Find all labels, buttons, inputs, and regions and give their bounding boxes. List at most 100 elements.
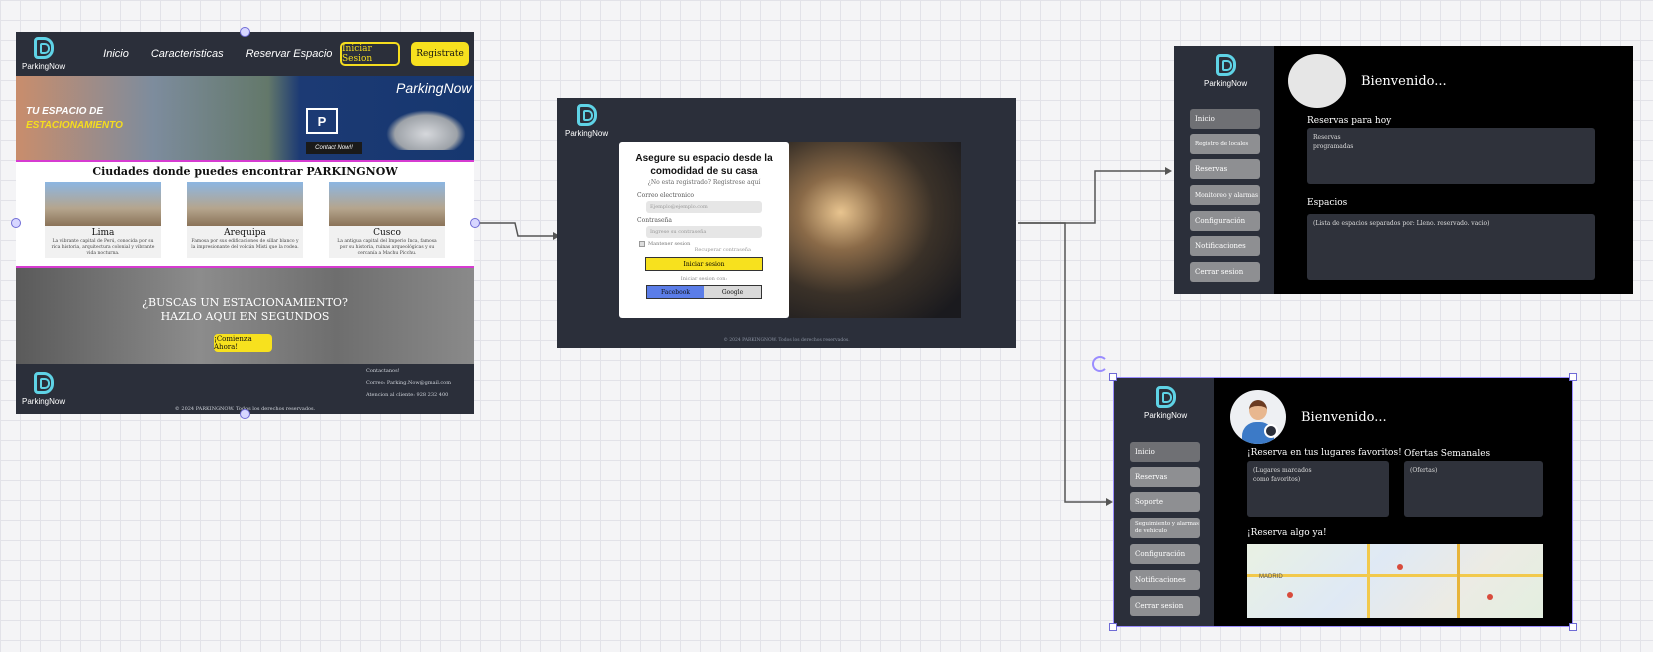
nav-caracteristicas[interactable]: Caracteristicas <box>151 48 224 60</box>
selection-handle[interactable] <box>470 218 480 228</box>
nav-inicio[interactable]: Inicio <box>103 48 129 60</box>
map-road <box>1367 544 1370 618</box>
user-sidebar: ParkingNow Inicio Reservas Soporte Segui… <box>1114 378 1214 626</box>
signin-button[interactable]: Iniciar sesion <box>645 257 763 271</box>
sidebar-item-configuracion[interactable]: Configuración <box>1130 544 1200 564</box>
social-login-label: Iniciar sesion con: <box>680 276 728 282</box>
map-pin-icon[interactable] <box>1287 592 1293 598</box>
landing-navbar: ParkingNow Inicio Caracteristicas Reserv… <box>16 32 474 76</box>
register-link[interactable]: ¿No esta registrado? Registrese aquí <box>619 179 789 186</box>
book-now-title: ¡Reserva algo ya! <box>1247 528 1327 538</box>
hero-tagline-2: ESTACIONAMIENTO <box>26 120 123 131</box>
sidebar-item-notificaciones[interactable]: Notificaciones <box>1130 570 1200 590</box>
user-avatar[interactable] <box>1230 390 1286 444</box>
selection-handle[interactable] <box>240 409 250 419</box>
rotate-handle-icon[interactable] <box>1092 356 1108 372</box>
user-dashboard-frame[interactable]: ParkingNow Inicio Reservas Soporte Segui… <box>1113 377 1573 627</box>
avatar-head <box>1249 400 1267 420</box>
sidebar-item-cerrar-sesion[interactable]: Cerrar sesion <box>1130 596 1200 616</box>
city-card-cusco[interactable]: Cusco La antigua capital del Imperio Inc… <box>329 182 445 258</box>
logo-text: ParkingNow <box>22 62 66 71</box>
user-logo: ParkingNow <box>1144 386 1187 420</box>
login-card: Asegure su espacio desde la comodidad de… <box>619 142 789 318</box>
sidebar-item-cerrar-sesion[interactable]: Cerrar sesion <box>1190 262 1260 282</box>
forgot-password-link[interactable]: Recuperar contraseña <box>619 247 751 253</box>
sidebar-item-seguimiento[interactable]: Seguimiento y alarmas de vehiculo <box>1130 518 1200 538</box>
parkingnow-logo-icon <box>1215 54 1236 76</box>
avatar-placeholder <box>1288 54 1346 108</box>
sidebar-item-monitoreo[interactable]: Monitoreo y alarmas <box>1190 185 1260 205</box>
city-description: La antigua capital del Imperio Inca, fam… <box>337 239 437 256</box>
logo-text: ParkingNow <box>1204 79 1248 88</box>
contact-now-button[interactable]: Contact Now!! <box>306 142 362 154</box>
email-field[interactable]: Ejemplo@ejemplo.com <box>646 201 762 213</box>
favorites-title: ¡Reserva en tus lugares favoritos! <box>1247 448 1402 458</box>
google-button[interactable]: Google <box>704 286 761 298</box>
login-button[interactable]: Iniciar Sesion <box>340 42 400 66</box>
hero-tagline-1: TU ESPACIO DE <box>26 106 104 117</box>
admin-dashboard-frame[interactable]: ParkingNow Inicio Registro de locales Re… <box>1174 46 1633 294</box>
city-card-lima[interactable]: Lima La vibrante capital de Perú, conoci… <box>45 182 161 258</box>
landing-page-frame[interactable]: ParkingNow Inicio Caracteristicas Reserv… <box>16 32 474 414</box>
resize-handle[interactable] <box>1569 623 1577 631</box>
register-button[interactable]: Registrate <box>411 42 469 66</box>
password-field[interactable]: Ingrese su contraseña <box>646 226 762 238</box>
car-image <box>386 110 466 150</box>
sidebar-item-registro-locales[interactable]: Registro de locales <box>1190 134 1260 154</box>
sidebar-item-inicio[interactable]: Inicio <box>1130 442 1200 462</box>
footer-logo: ParkingNow <box>22 372 65 406</box>
hero-banner: TU ESPACIO DE ESTACIONAMIENTO ParkingNow… <box>16 76 474 160</box>
resize-handle[interactable] <box>1569 373 1577 381</box>
map-city-label: MADRID <box>1259 574 1283 580</box>
sidebar-item-reservas[interactable]: Reservas <box>1130 467 1200 487</box>
city-description: Famosa por sus edificaciones de sillar b… <box>191 239 299 250</box>
map-road <box>1457 544 1460 618</box>
promo-line-1: ¿BUSCAS UN ESTACIONAMIENTO? <box>142 296 348 309</box>
password-label: Contraseña <box>637 217 672 224</box>
offers-title: Ofertas Semanales <box>1404 449 1491 459</box>
spaces-title: Espacios <box>1307 198 1348 208</box>
map-pin-icon[interactable] <box>1487 594 1493 600</box>
selection-handle[interactable] <box>240 27 250 37</box>
promo-section: ¿BUSCAS UN ESTACIONAMIENTO? HAZLO AQUI E… <box>16 268 474 364</box>
facebook-button[interactable]: Facebook <box>647 286 704 298</box>
parkingnow-logo-icon <box>33 372 54 394</box>
remember-label: Mantener sesion <box>648 241 691 247</box>
city-card-arequipa[interactable]: Arequipa Famosa por sus edificaciones de… <box>187 182 303 258</box>
resize-handle[interactable] <box>1109 373 1117 381</box>
parkingnow-logo-icon <box>33 37 54 59</box>
city-image <box>329 182 445 226</box>
email-label: Correo electronico <box>637 192 695 199</box>
login-footnote: © 2024 PARKINGNOW. Todos los derechos re… <box>723 338 850 343</box>
map-pin-icon[interactable] <box>1397 564 1403 570</box>
sidebar-item-soporte[interactable]: Soporte <box>1130 492 1200 512</box>
sidebar-item-notificaciones[interactable]: Notificaciones <box>1190 236 1260 256</box>
sidebar-item-inicio[interactable]: Inicio <box>1190 109 1260 129</box>
admin-logo: ParkingNow <box>1204 54 1247 88</box>
sidebar-item-configuracion[interactable]: Configuración <box>1190 211 1260 231</box>
footer-email: Correo: Parking.Now@gmail.com <box>366 380 451 386</box>
start-now-button[interactable]: ¡Comienza Ahora! <box>214 334 272 352</box>
today-reservations-panel: Reservas programadas <box>1307 128 1595 184</box>
parkingnow-logo-icon <box>1155 386 1176 408</box>
city-name: Arequipa <box>224 228 266 238</box>
nav-reservar[interactable]: Reservar Espacio <box>246 48 333 60</box>
parking-sign-icon: P <box>306 108 338 134</box>
selection-handle[interactable] <box>11 218 21 228</box>
social-buttons: Facebook Google <box>646 285 762 299</box>
remember-checkbox[interactable] <box>639 241 645 247</box>
hero-brand: ParkingNow <box>396 80 472 96</box>
parked-cars-image <box>789 142 961 318</box>
landing-logo[interactable]: ParkingNow <box>22 37 65 71</box>
city-name: Lima <box>91 228 115 238</box>
city-image <box>187 182 303 226</box>
promo-line-2: HAZLO AQUI EN SEGUNDOS <box>160 310 330 323</box>
map-widget[interactable]: MADRID <box>1247 544 1543 618</box>
footer-contact-title: Contactanos! <box>366 368 400 374</box>
login-logo: ParkingNow <box>565 104 608 138</box>
sidebar-item-reservas[interactable]: Reservas <box>1190 159 1260 179</box>
login-page-frame[interactable]: ParkingNow Asegure su espacio desde la c… <box>557 98 1016 348</box>
cities-section: Ciudades donde puedes encontrar PARKINGN… <box>16 160 474 268</box>
resize-handle[interactable] <box>1109 623 1117 631</box>
cities-title: Ciudades donde puedes encontrar PARKINGN… <box>92 165 398 178</box>
